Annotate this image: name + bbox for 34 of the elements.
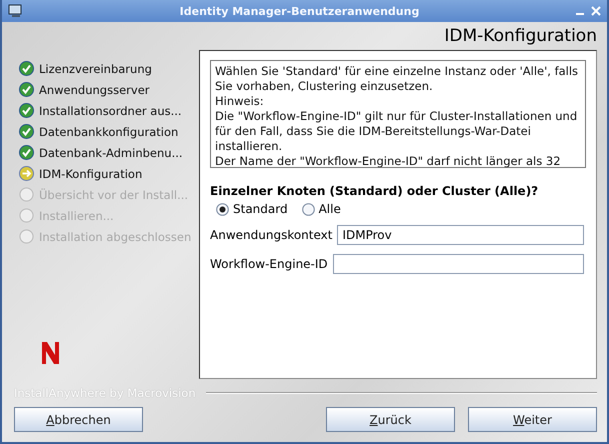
step-label: Datenbank-Adminbenu... [39, 146, 183, 160]
check-icon [19, 103, 34, 118]
radio-button[interactable] [216, 202, 229, 216]
close-icon[interactable] [591, 6, 601, 16]
back-button[interactable]: Zurück [326, 407, 455, 432]
question-label: Einzelner Knoten (Standard) oder Cluster (Alle)? [210, 184, 540, 198]
step-label: Datenbankkonfiguration [39, 124, 178, 138]
step-label: Installieren... [39, 208, 114, 222]
window-title: Identity Manager-Benutzeranwendung [178, 4, 420, 18]
page-heading: IDM-Konfiguration [443, 25, 597, 48]
circle-icon [19, 208, 34, 223]
step-label: Installation abgeschlossen [39, 230, 192, 244]
radio-label: Standard [233, 202, 288, 216]
cancel-button[interactable]: Abbrechen [14, 407, 143, 432]
next-button[interactable]: Weiter [468, 407, 597, 432]
field-label: Anwendungskontext [210, 228, 332, 242]
field-label: Workflow-Engine-ID [210, 257, 328, 271]
step-label: Übersicht vor der Install... [39, 188, 188, 202]
input-field[interactable]: IDMProv [337, 225, 584, 245]
logo-icon [41, 341, 61, 365]
radio-button[interactable] [302, 202, 315, 216]
step-label: IDM-Konfiguration [39, 166, 142, 180]
check-icon [19, 61, 34, 76]
input-field[interactable] [332, 254, 584, 274]
step-label: Anwendungsserver [39, 82, 150, 96]
circle-icon [19, 229, 34, 244]
step-label: Lizenzvereinbarung [39, 62, 152, 76]
check-icon [19, 82, 34, 97]
radio-label: Alle [318, 202, 341, 216]
check-icon [19, 145, 34, 160]
step-label: Installationsordner aus... [39, 104, 182, 118]
computer-icon [8, 4, 24, 18]
circle-icon [19, 187, 34, 202]
check-icon [19, 124, 34, 139]
